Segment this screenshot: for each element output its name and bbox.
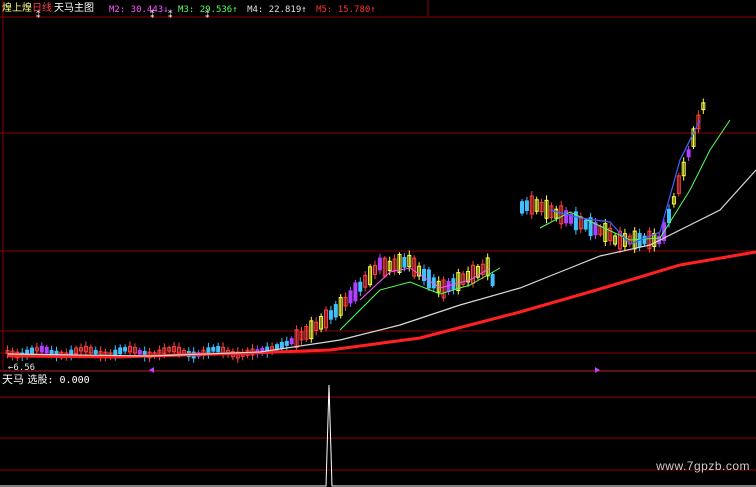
ma2-legend: M2: 30.443↓: [109, 5, 169, 15]
candle-body: [358, 281, 363, 292]
candle-body: [118, 347, 123, 355]
sub-panel-title: 天马 选股: 0.000: [2, 374, 90, 387]
range-marker: [595, 367, 600, 373]
stock-name: 煌上煌: [2, 3, 32, 14]
candle-body: [93, 349, 98, 355]
candle-body: [667, 208, 671, 224]
candle-body: [137, 349, 142, 355]
ma4-legend: M4: 22.819↑: [247, 5, 307, 15]
candle-body: [490, 274, 495, 286]
ma-legend: M2: 30.443↓ M3: 29.536↑ M4: 22.819↑ M5: …: [109, 4, 380, 16]
ma5-legend: M5: 15.780↑: [316, 5, 376, 15]
candle-body: [39, 345, 44, 353]
ma5-line: [7, 250, 756, 359]
candle-body: [279, 341, 284, 349]
candle-body: [353, 282, 358, 302]
indicator-series: [0, 384, 756, 487]
candle-body: [520, 201, 524, 214]
chart-grid: [0, 0, 756, 471]
candle-body: [686, 149, 691, 158]
candle-body: [402, 256, 407, 268]
stock-title: 煌上煌日线: [2, 3, 52, 15]
candle-body: [216, 346, 221, 353]
candle-body: [49, 349, 54, 355]
ma4-line: [7, 169, 756, 357]
candle-body: [422, 268, 426, 282]
candle-body: [588, 217, 593, 237]
candle-body: [30, 347, 34, 355]
candle-body: [564, 210, 569, 224]
indicator-line: [0, 384, 756, 487]
candle-body: [333, 304, 338, 318]
candle-body: [44, 346, 49, 354]
candle-body: [348, 290, 353, 304]
sub-panel-name: 天马: [2, 373, 24, 386]
chart-stage: ⁑ ⁑ ⁑ ⁑: [0, 0, 756, 487]
candle-body: [583, 219, 588, 230]
watermark: www.7gpzb.com: [656, 459, 750, 473]
candle-body: [377, 257, 382, 271]
candle-body: [524, 200, 529, 211]
candle-body: [123, 347, 128, 352]
ma3-line: [539, 119, 731, 241]
candle-body: [426, 269, 431, 289]
sub-panel-value: 选股: 0.000: [27, 375, 90, 386]
candle-body: [113, 349, 118, 357]
range-marker: [149, 367, 154, 373]
candle-body: [289, 338, 294, 345]
ma3-legend: M3: 29.536↑: [178, 5, 238, 15]
candlestick-series: [5, 98, 706, 363]
indicator-title: 天马主图: [54, 3, 94, 14]
candle-body: [211, 346, 216, 352]
moving-average-lines: [7, 119, 756, 359]
period-label: 日线: [32, 3, 52, 14]
candle-body: [284, 340, 289, 346]
candle-body: [328, 310, 333, 320]
